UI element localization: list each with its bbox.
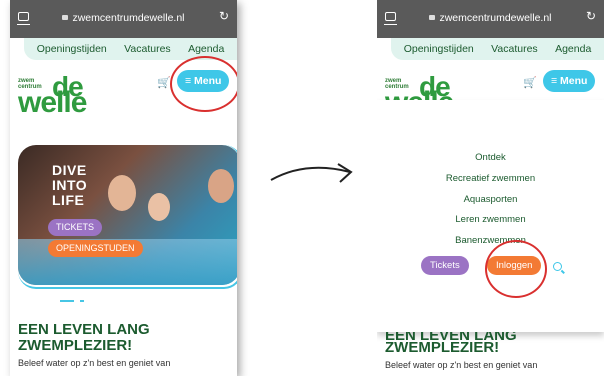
- lock-icon: [429, 15, 436, 20]
- reload-icon[interactable]: ↻: [219, 9, 229, 23]
- headline-line2: ZWEMPLEZIER!: [18, 337, 133, 354]
- nav-agenda[interactable]: Agenda: [188, 43, 224, 55]
- menu-item-banenzwemmen[interactable]: Banenzwemmen: [377, 235, 604, 246]
- cart-icon[interactable]: 🛒: [523, 76, 537, 89]
- arrow-icon: [270, 163, 353, 183]
- highlight-circle: [170, 56, 237, 112]
- nav-agenda[interactable]: Agenda: [555, 43, 591, 55]
- url-text: zwemcentrumdewelle.nl: [439, 12, 552, 24]
- browser-url-bar[interactable]: zwemcentrumdewelle.nl ↻: [10, 0, 237, 38]
- dropdown-menu: Ontdek Recreatief zwemmen Aquasporten Le…: [377, 100, 604, 332]
- menu-button[interactable]: ≡ Menu: [543, 70, 596, 92]
- headline-line1: EEN LEVEN LANG: [18, 321, 150, 338]
- intro-text: Beleef water op z'n best en geniet van: [385, 360, 538, 370]
- url-text: zwemcentrumdewelle.nl: [72, 12, 185, 24]
- cart-icon[interactable]: 🛒: [157, 76, 171, 89]
- intro-text: Beleef water op z'n best en geniet van: [18, 358, 171, 368]
- nav-vacatures[interactable]: Vacatures: [124, 43, 171, 55]
- menu-item-recreatief-zwemmen[interactable]: Recreatief zwemmen: [377, 173, 604, 184]
- carousel-indicator: [60, 289, 120, 302]
- menu-item-aquasporten[interactable]: Aquasporten: [377, 194, 604, 205]
- top-navigation: Openingstijden Vacatures Agenda: [391, 38, 604, 60]
- menu-item-ontdek[interactable]: Ontdek: [377, 152, 604, 163]
- nav-openingstijden[interactable]: Openingstijden: [404, 43, 474, 55]
- lock-icon: [62, 15, 69, 20]
- phone-screenshot-before: zwemcentrumdewelle.nl ↻ Openingstijden V…: [10, 0, 237, 376]
- hero-border: [18, 145, 237, 289]
- phone-screenshot-after: zwemcentrumdewelle.nl ↻ Openingstijden V…: [377, 0, 604, 376]
- nav-openingstijden[interactable]: Openingstijden: [37, 43, 107, 55]
- headline-line2: ZWEMPLEZIER!: [385, 339, 500, 356]
- reload-icon[interactable]: ↻: [586, 9, 596, 23]
- menu-item-leren-zwemmen[interactable]: Leren zwemmen: [377, 214, 604, 225]
- tickets-button[interactable]: Tickets: [421, 256, 469, 275]
- nav-vacatures[interactable]: Vacatures: [491, 43, 538, 55]
- browser-url-bar[interactable]: zwemcentrumdewelle.nl ↻: [377, 0, 604, 38]
- highlight-circle: [485, 240, 547, 298]
- logo[interactable]: zwemcentrum de welle: [18, 71, 98, 119]
- search-icon[interactable]: [553, 262, 562, 271]
